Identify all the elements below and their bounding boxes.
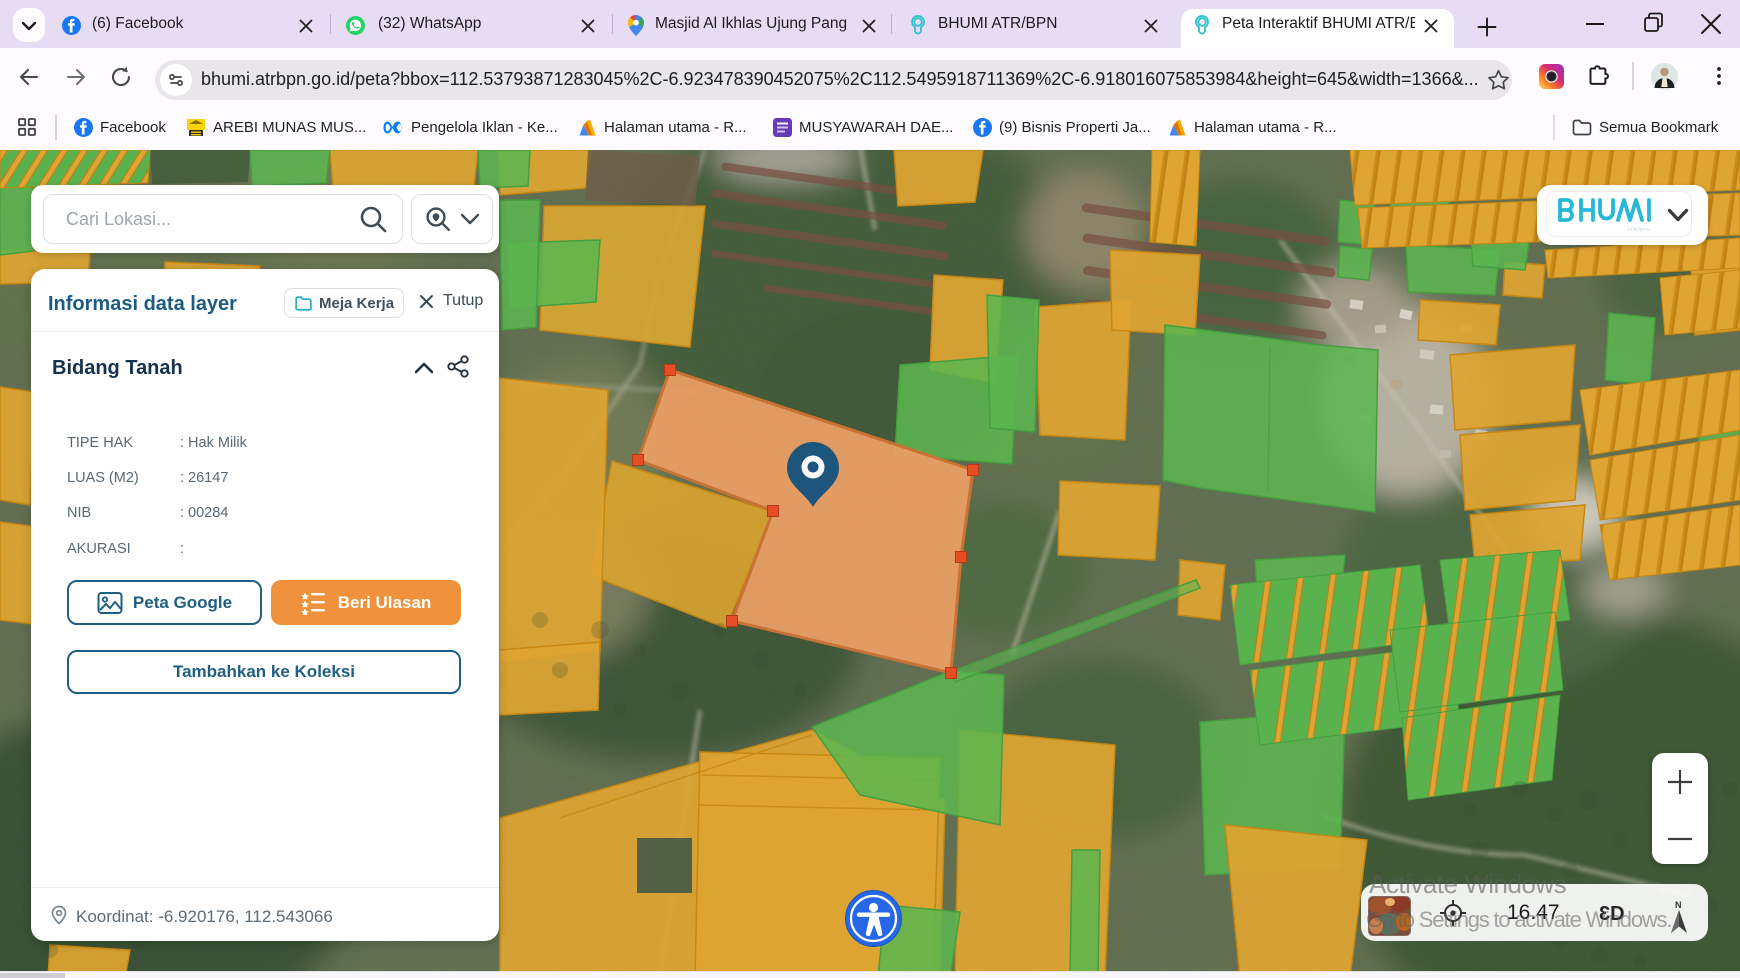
svg-text:N: N — [1675, 900, 1682, 910]
